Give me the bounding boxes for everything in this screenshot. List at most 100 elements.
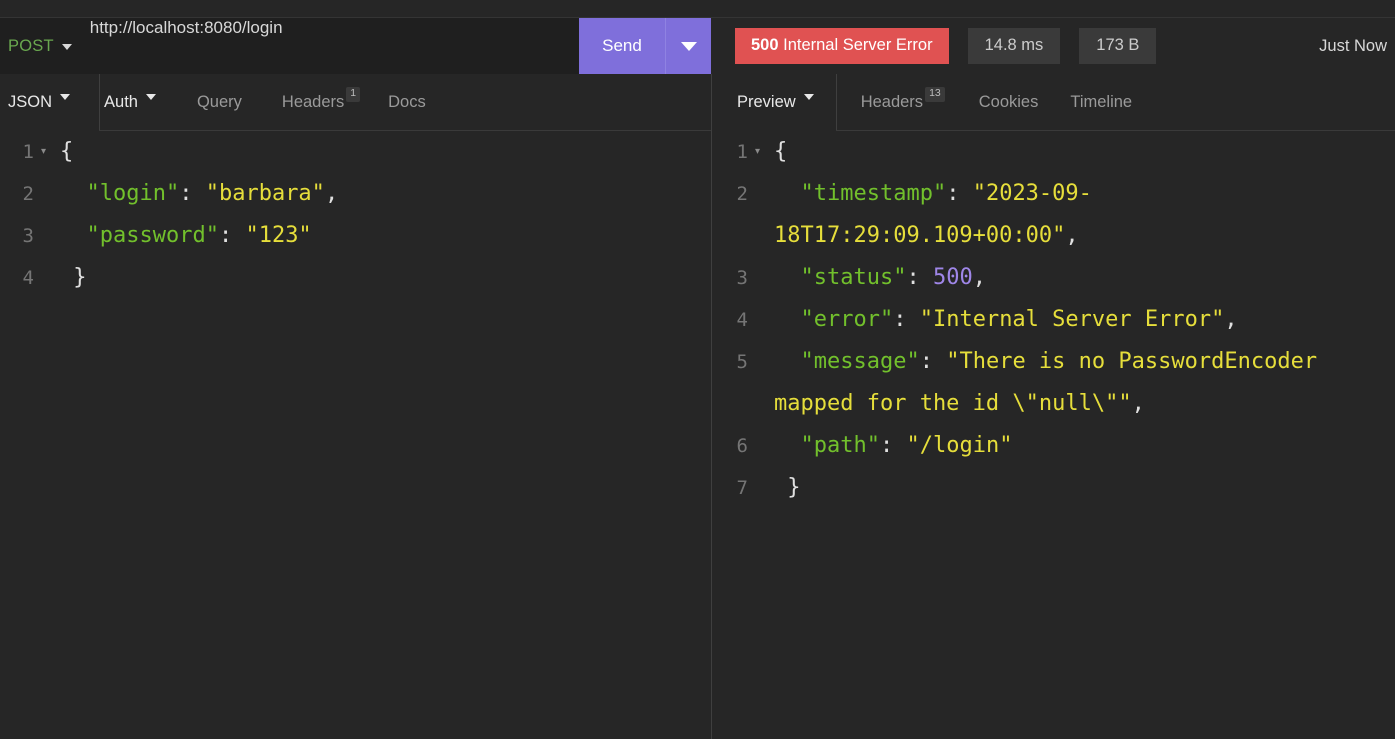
code-line-content: "path": "/login" [774,425,1374,467]
code-token: "barbara" [205,181,325,206]
tab-docs[interactable]: Docs [388,93,426,112]
code-line: 3 "password": "123" [0,215,711,257]
response-view-label: Preview [737,93,796,111]
code-line-content: "message": "There is no PasswordEncoder … [774,341,1374,425]
tab-headers[interactable]: Headers 1 [281,87,361,112]
body-type-label: JSON [8,93,53,111]
code-token: , [324,181,339,206]
chevron-down-icon [145,94,156,100]
code-line-content: } [774,467,1374,509]
line-number: 2 [736,183,748,205]
tab-response-headers[interactable]: Headers 13 [861,87,945,112]
code-token: : [879,433,907,458]
code-token: } [774,475,801,500]
code-line: 3 "status": 500, [712,257,1395,299]
line-number: 2 [22,183,34,205]
tab-cookies-label: Cookies [978,93,1039,111]
line-number: 4 [22,267,34,289]
response-body-lines: 1 ▾{2 "timestamp": "2023-09-18T17:29:09.1… [712,131,1395,509]
response-time-badge: 14.8 ms [967,28,1061,64]
code-token: : [893,307,920,332]
code-token: "123" [245,223,312,248]
code-line: 1 ▾{ [0,131,711,173]
method-selector[interactable]: POST [0,18,74,74]
panel-divider[interactable] [711,74,712,739]
tab-auth[interactable]: Auth [104,93,158,112]
code-token: { [60,139,74,164]
code-line: 2 "timestamp": "2023-09-18T17:29:09.109+… [712,173,1395,257]
code-line: 6 "path": "/login" [712,425,1395,467]
code-token: "timestamp" [800,181,947,206]
line-number: 4 [736,309,748,331]
code-token: { [774,139,788,164]
send-options-button[interactable] [666,41,711,51]
body-type-selector[interactable]: JSON [0,93,72,112]
code-token: , [1224,307,1238,332]
code-line-content: "status": 500, [774,257,1374,299]
response-tab-bar: Preview Headers 13 Cookies Timeline [711,74,1395,131]
code-token: "path" [800,433,880,458]
tab-timeline[interactable]: Timeline [1070,93,1132,112]
chevron-down-icon [61,44,72,50]
line-number: 5 [736,351,748,373]
request-tabbar-separator [99,74,100,131]
chevron-down-icon [60,94,71,100]
line-number: 1 [736,141,748,163]
tab-auth-label: Auth [104,93,138,111]
code-token: : [919,349,947,374]
fold-caret-icon[interactable]: ▾ [748,131,774,173]
code-line-content: { [774,131,1374,173]
tab-headers-badge: 1 [346,87,361,102]
tab-response-headers-badge: 13 [925,87,945,102]
response-status-bar: 500 Internal Server Error 14.8 ms 173 B … [711,18,1395,74]
url-input[interactable]: http://localhost:8080/login [90,18,283,74]
code-token: : [179,181,206,206]
code-token: "Internal Server Error" [919,307,1225,332]
fold-caret-icon[interactable]: ▾ [34,131,60,173]
tab-query[interactable]: Query [197,93,242,112]
code-line-content: "login": "barbara", [60,173,339,215]
code-token: "password" [86,223,219,248]
code-token: "status" [800,265,907,290]
code-token: , [1065,223,1079,248]
line-number: 3 [22,225,34,247]
request-tab-bar: JSON Auth Query Headers 1 Docs [0,74,711,131]
status-text: Internal Server Error [778,36,933,54]
tab-timeline-label: Timeline [1070,93,1133,111]
code-token: : [906,265,933,290]
window-top-strip [0,0,1395,18]
chevron-down-icon [680,41,697,51]
send-button[interactable]: Send [579,18,711,74]
tab-query-label: Query [196,93,242,111]
request-body-lines: 1 ▾{2 "login": "barbara", 3 "password": "1… [0,131,711,299]
line-number: 6 [736,435,748,457]
code-token: , [1131,391,1145,416]
tab-cookies[interactable]: Cookies [979,93,1039,112]
code-line: 4 "error": "Internal Server Error", [712,299,1395,341]
response-tabbar-separator [836,74,837,131]
tab-headers-label: Headers [281,93,345,111]
code-line-content: "error": "Internal Server Error", [774,299,1374,341]
code-line-content: "password": "123" [60,215,312,257]
code-token: "message" [800,349,920,374]
response-timestamp: Just Now [1319,36,1387,55]
code-line-content: { [60,131,73,173]
code-token: "login" [86,181,180,206]
line-number: 3 [736,267,748,289]
code-line: 7 } [712,467,1395,509]
response-body-viewer[interactable]: 1 ▾{2 "timestamp": "2023-09-18T17:29:09.1… [712,131,1395,739]
chevron-down-icon [803,94,814,100]
code-token: } [60,265,87,290]
request-body-editor[interactable]: 1 ▾{2 "login": "barbara", 3 "password": "1… [0,131,711,739]
code-line: 2 "login": "barbara", [0,173,711,215]
response-view-selector[interactable]: Preview [711,93,816,112]
http-method-label: POST [8,36,54,55]
tab-docs-label: Docs [388,93,426,111]
code-line-content: "timestamp": "2023-09-18T17:29:09.109+00… [774,173,1374,257]
line-number: 7 [736,477,748,499]
